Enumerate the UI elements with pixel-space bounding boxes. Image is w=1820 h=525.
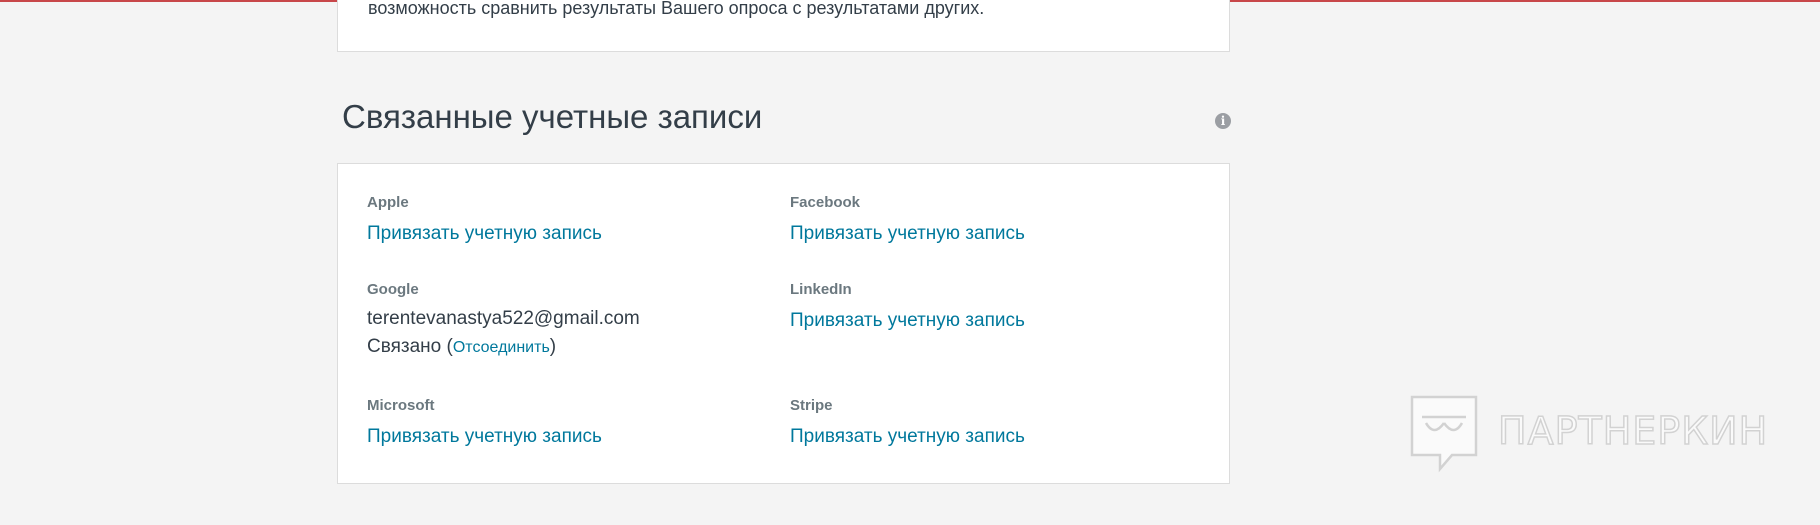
linked-accounts-card: Apple Привязать учетную запись Facebook … bbox=[337, 163, 1230, 484]
previous-section-card: возможность сравнить результаты Вашего о… bbox=[337, 0, 1230, 52]
previous-section-text: возможность сравнить результаты Вашего о… bbox=[368, 0, 985, 18]
watermark-logo-icon bbox=[1410, 395, 1478, 473]
unlink-google-link[interactable]: Отсоединить bbox=[453, 339, 550, 356]
google-email: terentevanastya522@gmail.com bbox=[367, 308, 640, 329]
link-stripe-account-link[interactable]: Привязать учетную запись bbox=[790, 426, 1025, 448]
account-stripe: Stripe Привязать учетную запись bbox=[790, 397, 1025, 448]
provider-name: Microsoft bbox=[367, 397, 435, 414]
account-google: Google terentevanastya522@gmail.com Связ… bbox=[367, 281, 640, 358]
link-microsoft-account-link[interactable]: Привязать учетную запись bbox=[367, 426, 602, 448]
provider-name: Facebook bbox=[790, 194, 861, 211]
account-facebook: Facebook Привязать учетную запись bbox=[790, 194, 1025, 245]
watermark: ПАРТНЕРКИН bbox=[1408, 393, 1768, 473]
account-apple: Apple Привязать учетную запись bbox=[367, 194, 602, 245]
link-linkedin-account-link[interactable]: Привязать учетную запись bbox=[790, 310, 1025, 332]
info-icon[interactable]: i bbox=[1215, 113, 1231, 129]
account-linkedin: LinkedIn Привязать учетную запись bbox=[790, 281, 1025, 332]
provider-name: Stripe bbox=[790, 397, 833, 414]
provider-name: Apple bbox=[367, 194, 409, 211]
link-facebook-account-link[interactable]: Привязать учетную запись bbox=[790, 223, 1025, 245]
watermark-text: ПАРТНЕРКИН bbox=[1497, 408, 1769, 454]
linked-accounts-title: Связанные учетные записи bbox=[342, 98, 763, 135]
google-status: Связано bbox=[367, 336, 442, 357]
account-microsoft: Microsoft Привязать учетную запись bbox=[367, 397, 602, 448]
provider-name: Google bbox=[367, 281, 419, 298]
google-status-line: Связано (Отсоединить) bbox=[367, 336, 557, 357]
link-apple-account-link[interactable]: Привязать учетную запись bbox=[367, 223, 602, 245]
provider-name: LinkedIn bbox=[790, 281, 852, 298]
